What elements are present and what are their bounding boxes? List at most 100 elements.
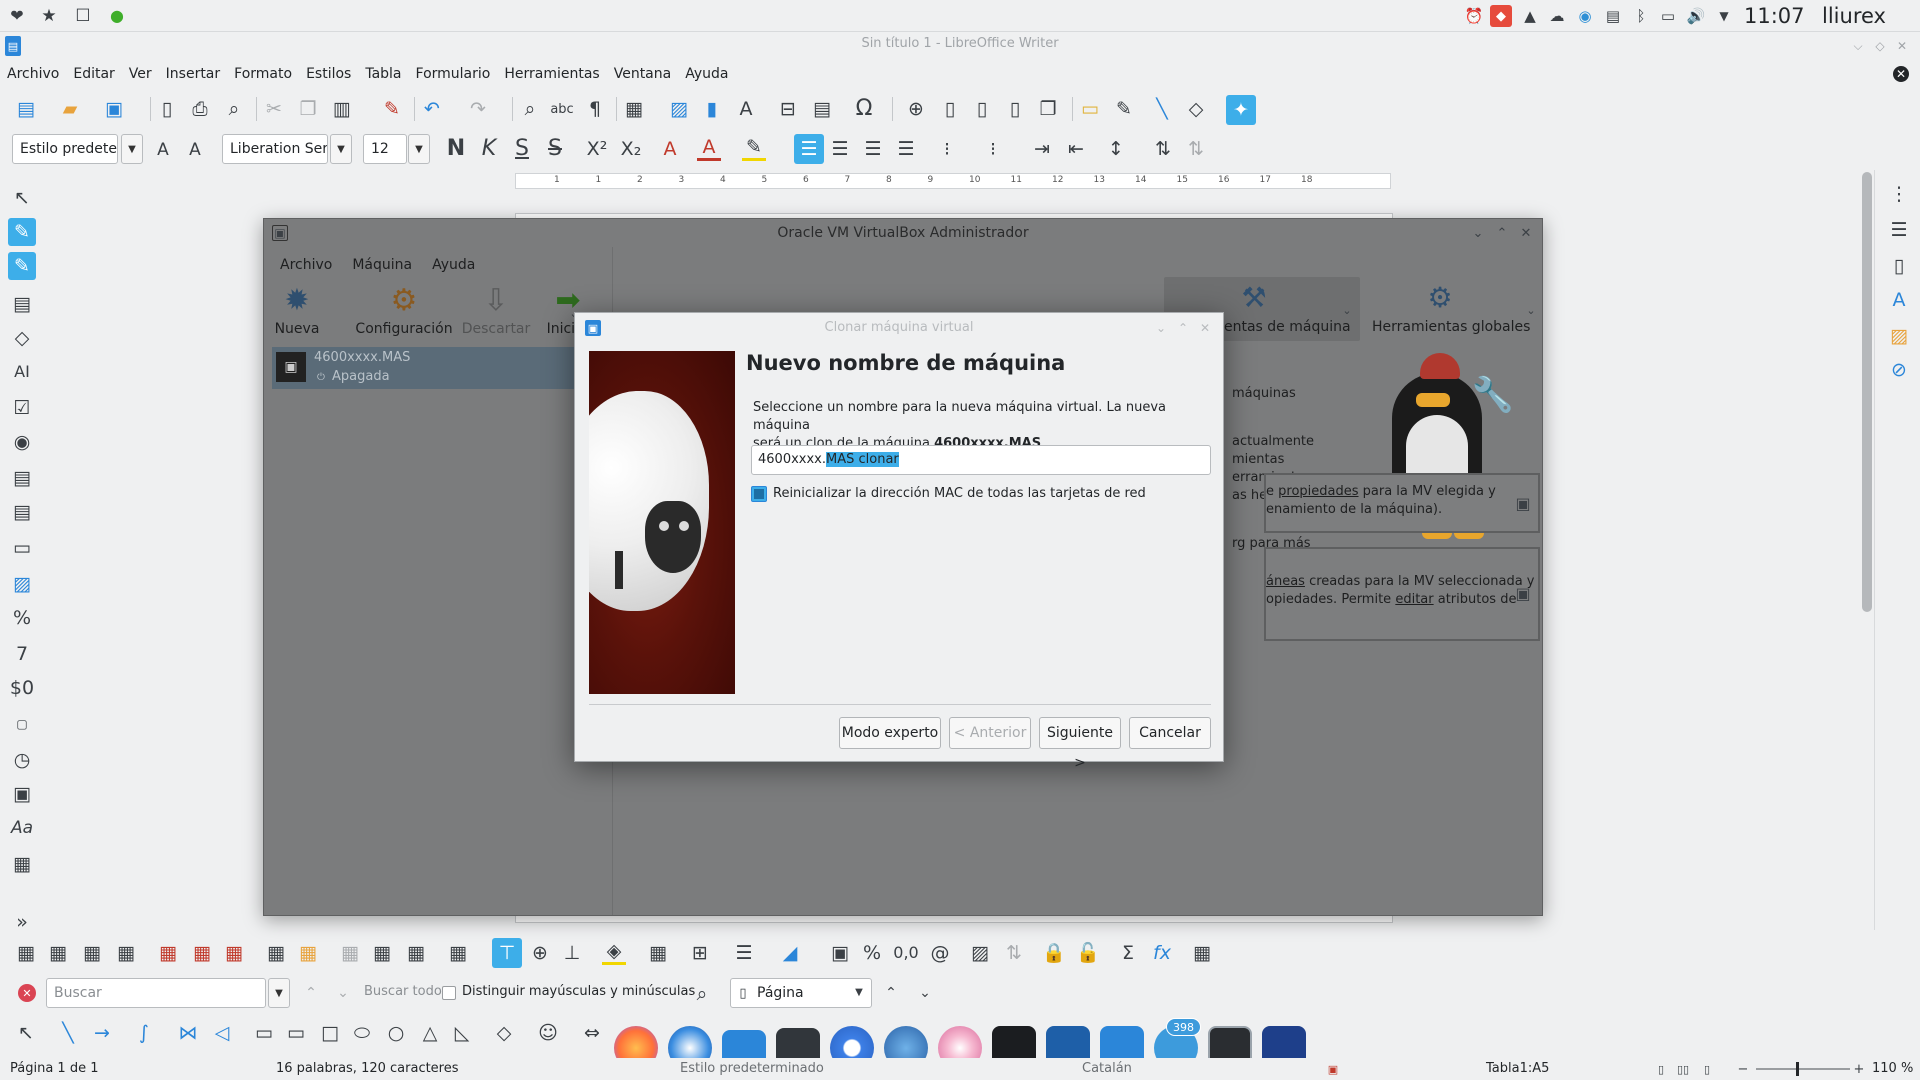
redo-icon[interactable]: ↷ — [466, 97, 490, 121]
align-top-icon[interactable]: ⊤ — [492, 938, 522, 968]
select-table-icon[interactable]: ▦ — [296, 941, 320, 965]
styles-deck-icon[interactable]: A — [1887, 288, 1911, 312]
status-language[interactable]: Catalán — [1082, 1061, 1132, 1076]
clone-formatting-icon[interactable]: ✎ — [380, 97, 404, 121]
status-cell[interactable]: Tabla1:A5 — [1486, 1061, 1549, 1076]
update-tray-icon[interactable]: ◉ — [1574, 5, 1596, 27]
delete-table-icon[interactable]: ▦ — [222, 941, 246, 965]
split-cells-icon[interactable]: ▦ — [370, 941, 394, 965]
expert-mode-button[interactable]: Modo experto — [839, 717, 941, 749]
undo-icon[interactable]: ↶ — [420, 97, 444, 121]
table-properties-icon[interactable]: ▦ — [1190, 941, 1214, 965]
match-case-label[interactable]: Distinguir mayúsculas y minúsculas — [462, 984, 695, 999]
insert-field-icon[interactable]: ▤ — [810, 97, 834, 121]
save-icon[interactable]: ▣ — [102, 97, 126, 121]
window-list-icon[interactable]: ☐ — [72, 5, 94, 27]
justify-icon[interactable]: ☰ — [894, 137, 918, 161]
strikethrough-button[interactable]: S — [543, 137, 567, 161]
draw-triangle-icon[interactable]: △ — [418, 1021, 442, 1045]
status-zoom[interactable]: 110 % — [1872, 1061, 1913, 1076]
decrease-indent-icon[interactable]: ⇤ — [1064, 137, 1088, 161]
draw-line-icon[interactable]: ╲ — [56, 1021, 80, 1045]
border-style-icon[interactable]: ☰ — [732, 941, 756, 965]
align-right-icon[interactable]: ☰ — [861, 137, 885, 161]
insert-chart-icon[interactable]: ▮ — [700, 97, 724, 121]
menu-ayuda[interactable]: Ayuda — [678, 62, 735, 86]
footnote-icon[interactable]: ▯ — [938, 97, 962, 121]
formula-icon[interactable]: fx — [1150, 941, 1174, 965]
insert-textbox-icon[interactable]: A — [734, 97, 758, 121]
percent-format-icon[interactable]: % — [860, 941, 884, 965]
status-word-count[interactable]: 16 palabras, 120 caracteres — [276, 1061, 459, 1076]
shell-menu-icon[interactable]: ❤ — [6, 5, 28, 27]
insert-caption-icon[interactable]: ▨ — [968, 941, 992, 965]
cut-icon[interactable]: ✂ — [262, 97, 286, 121]
vbox-menu-ayuda[interactable]: Ayuda — [422, 253, 485, 277]
find-previous-icon[interactable]: ⌃ — [300, 982, 322, 1004]
table-cell-color-icon[interactable]: ◈ — [602, 941, 626, 965]
properties-link[interactable]: propiedades — [1278, 484, 1358, 499]
new-machine-name-input[interactable]: 4600xxxx.MAS clonar — [751, 445, 1211, 475]
insert-table-small-icon[interactable]: ▦ — [14, 941, 38, 965]
find-all-button[interactable]: Buscar todo — [364, 984, 442, 999]
draw-rect-icon[interactable]: ▭ — [252, 1021, 276, 1045]
sum-icon[interactable]: Σ — [1116, 941, 1140, 965]
edit-link[interactable]: editar — [1395, 592, 1433, 607]
machine-tools-menu-icon[interactable]: ⌄ — [1340, 303, 1354, 317]
spelling-icon[interactable]: abc — [550, 97, 574, 121]
comment-icon[interactable]: ▭ — [1078, 97, 1102, 121]
numbered-list-icon[interactable]: ⁝ — [981, 137, 1005, 161]
decimal-format-icon[interactable]: 0,0 — [893, 941, 918, 965]
at-format-icon[interactable]: @ — [928, 941, 952, 965]
close-find-bar-icon[interactable]: ✕ — [18, 984, 36, 1002]
menu-estilos[interactable]: Estilos — [299, 62, 358, 86]
tray-expand-icon[interactable]: ▼ — [1713, 5, 1735, 27]
currency-field-icon[interactable]: $0 — [6, 676, 38, 700]
subscript-button[interactable]: X₂ — [617, 137, 645, 161]
maximize-icon[interactable]: ◇ — [1872, 38, 1888, 54]
save-status-icon[interactable]: ▣ — [1326, 1062, 1340, 1076]
bookmark-icon[interactable]: ▯ — [1003, 97, 1027, 121]
global-tools-menu-icon[interactable]: ⌄ — [1524, 303, 1538, 317]
formatted-field-icon[interactable]: % — [10, 606, 34, 630]
table-control-icon[interactable]: ▦ — [10, 852, 34, 876]
number-format-icon[interactable]: ▣ — [828, 941, 852, 965]
bold-button[interactable]: N — [444, 137, 468, 161]
basic-shapes-icon[interactable]: ◇ — [1184, 97, 1208, 121]
insert-table-icon[interactable]: ▦ — [622, 97, 646, 121]
global-tools-label[interactable]: Herramientas globales — [1372, 319, 1530, 335]
open-icon[interactable]: ▰ — [58, 97, 82, 121]
zoom-out-icon[interactable]: − — [1736, 1062, 1750, 1076]
menu-editar[interactable]: Editar — [66, 62, 121, 86]
bullet-list-icon[interactable]: ⁝ — [935, 137, 959, 161]
search-input[interactable]: Buscar — [46, 978, 266, 1008]
font-name-dropdown[interactable]: ▼ — [330, 134, 352, 164]
match-case-checkbox[interactable] — [442, 986, 456, 1000]
pattern-field-icon[interactable]: ▢ — [10, 712, 34, 736]
borders-icon[interactable]: ⊞ — [688, 941, 712, 965]
draw-freeform-icon[interactable]: ◁ — [210, 1021, 234, 1045]
draw-right-triangle-icon[interactable]: ◺ — [450, 1021, 474, 1045]
paragraph-style-dropdown[interactable]: ▼ — [121, 134, 143, 164]
clipboard-tray-icon[interactable]: ▤ — [1602, 5, 1624, 27]
draw-curve-icon[interactable]: ∫ — [132, 1021, 156, 1045]
special-character-icon[interactable]: Ω — [852, 97, 876, 121]
menu-tabla[interactable]: Tabla — [358, 62, 408, 86]
vm-list-item[interactable]: ▣ 4600xxxx.MAS ⏻ Apagada — [272, 347, 582, 389]
insert-rows-above-icon[interactable]: ▦ — [46, 941, 70, 965]
draw-smiley-icon[interactable]: ☺ — [536, 1021, 560, 1045]
page-deck-icon[interactable]: ▯ — [1887, 254, 1911, 278]
drive-tray-icon[interactable]: ▲ — [1519, 5, 1541, 27]
navigator-deck-icon[interactable]: ⊘ — [1887, 358, 1911, 382]
menu-formato[interactable]: Formato — [227, 62, 299, 86]
vbox-maximize-icon[interactable]: ⌃ — [1494, 225, 1510, 241]
sort-icon[interactable]: ⇅ — [1002, 941, 1026, 965]
status-page[interactable]: Página 1 de 1 — [10, 1061, 98, 1076]
highlight-color-icon[interactable]: ✎ — [742, 137, 766, 161]
protect-cells-icon[interactable]: 🔒 — [1042, 941, 1066, 965]
draw-diamond-icon[interactable]: ◇ — [492, 1021, 516, 1045]
draw-polygon-icon[interactable]: ⋈ — [176, 1021, 200, 1045]
back-button[interactable]: < Anterior — [949, 717, 1031, 749]
more-tools-icon[interactable]: » — [10, 910, 34, 934]
align-bottom-icon[interactable]: ⊥ — [560, 941, 584, 965]
